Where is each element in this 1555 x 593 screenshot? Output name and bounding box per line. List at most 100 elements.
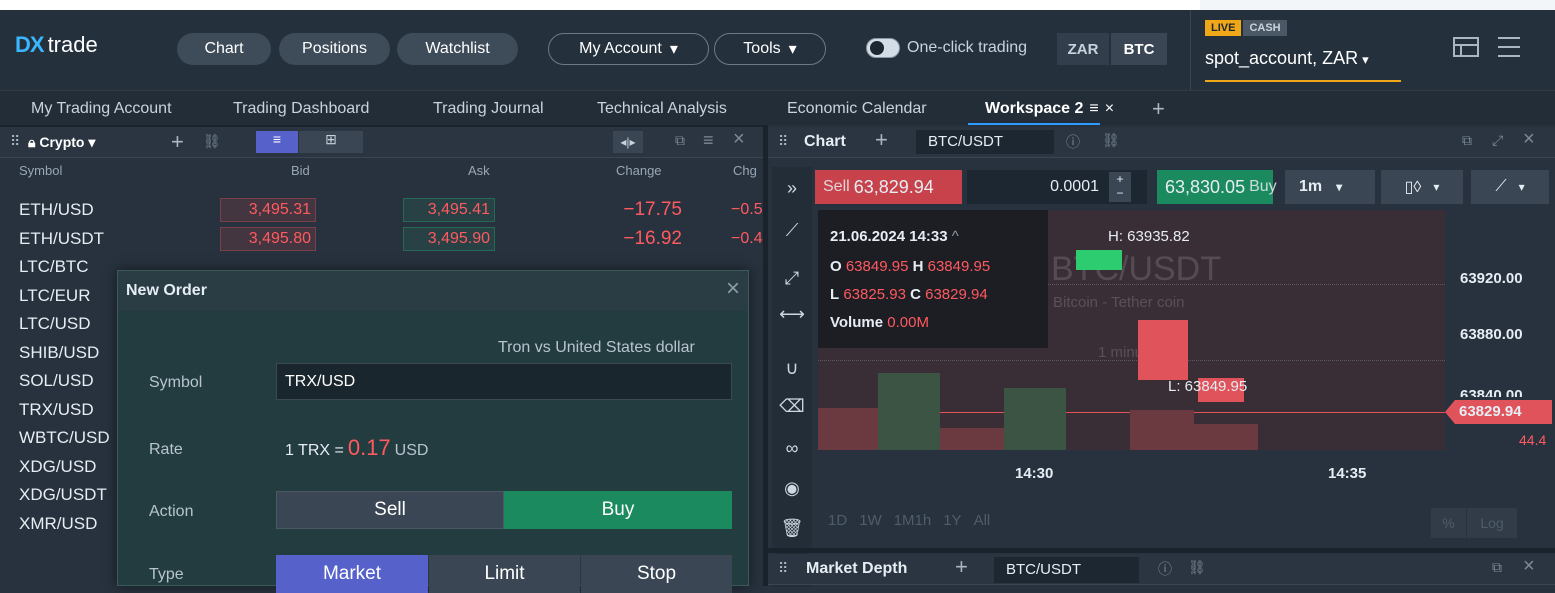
tab-technical-analysis[interactable]: Technical Analysis (597, 91, 727, 126)
type-stop-button[interactable]: Stop (581, 555, 732, 593)
symbol-input[interactable]: TRX/USD (276, 363, 732, 400)
popout-icon[interactable]: ⧉ (1462, 132, 1472, 149)
drag-handle-icon[interactable]: ⠿ (778, 133, 788, 150)
rate-value: 1 TRX = 0.17 USD (285, 435, 428, 461)
range-1h[interactable]: 1h (915, 512, 932, 529)
close-icon[interactable]: × (1523, 555, 1535, 578)
currency-btc-button[interactable]: BTC (1111, 33, 1167, 65)
list-icon[interactable]: ≡ (1089, 100, 1098, 118)
layout-icon[interactable] (1453, 37, 1479, 57)
link-icon[interactable]: ⛓ (1102, 132, 1120, 149)
sell-button[interactable]: Sell (276, 491, 504, 529)
type-market-button[interactable]: Market (276, 555, 428, 593)
trash-icon[interactable]: 🗑︎ (781, 517, 804, 539)
type-limit-button[interactable]: Limit (429, 555, 580, 593)
buy-button[interactable]: Buy (504, 491, 732, 529)
col-bid[interactable]: Bid (291, 163, 310, 178)
list-view-icon[interactable]: ≡ (256, 131, 298, 153)
range-1y[interactable]: 1Y (943, 512, 961, 529)
symbol-description: Tron vs United States dollar (498, 339, 695, 356)
range-all[interactable]: All (974, 512, 991, 529)
close-icon[interactable]: × (1105, 100, 1114, 118)
add-icon[interactable]: + (875, 127, 888, 153)
tools-dropdown[interactable]: Tools ▾ (714, 33, 826, 65)
logo-mark: DX (15, 32, 45, 57)
ohlc-close: 63829.94 (925, 286, 988, 303)
range-1d[interactable]: 1D (828, 512, 847, 529)
close-icon[interactable]: × (1523, 128, 1535, 151)
col-chg[interactable]: Chg (733, 163, 757, 178)
eye-icon[interactable]: ◉ (781, 477, 803, 499)
popout-icon[interactable]: ⧉ (1492, 559, 1502, 576)
ohlc-low: 63825.93 (843, 286, 906, 303)
row-symbol: LTC/BTC (19, 257, 89, 276)
columns-icon[interactable]: ◂|▸ (613, 131, 643, 153)
watchlist-selector[interactable]: 🔒︎ Crypto ▾ (28, 134, 95, 151)
drag-handle-icon[interactable]: ⠿ (10, 133, 20, 150)
expand-icon[interactable]: ⤢ (1492, 132, 1503, 149)
ray-tool-icon[interactable]: ⤢ (781, 267, 803, 289)
chevron-up-icon[interactable]: ^ (952, 228, 959, 245)
menu-icon[interactable] (1498, 37, 1520, 57)
info-icon[interactable]: ⓘ (1066, 132, 1080, 152)
tab-economic-calendar[interactable]: Economic Calendar (787, 91, 927, 126)
magnet-icon[interactable]: ∪ (781, 357, 803, 379)
link-icon[interactable]: ∞ (781, 437, 803, 459)
depth-symbol-input[interactable]: BTC/USDT (994, 557, 1139, 583)
grid-view-icon[interactable]: ⊞ (299, 131, 363, 153)
horizontal-line-icon[interactable]: ⟷ (779, 303, 805, 325)
one-click-toggle[interactable] (866, 38, 900, 58)
add-tab-icon[interactable]: + (1152, 91, 1165, 126)
row-bid: 3,495.80 (220, 226, 316, 251)
col-ask[interactable]: Ask (468, 163, 490, 178)
close-icon[interactable]: × (726, 275, 740, 303)
nav-watchlist-button[interactable]: Watchlist (397, 33, 518, 65)
row-symbol: LTC/USD (19, 314, 91, 333)
nav-positions-button[interactable]: Positions (279, 33, 390, 65)
quantity-stepper[interactable]: + − (1109, 172, 1131, 202)
logo[interactable]: DX trade (15, 32, 98, 58)
account-selector[interactable]: LIVE CASH spot_account, ZAR ▾ (1190, 10, 1430, 90)
row-symbol: XDG/USDT (19, 485, 107, 504)
chart-buy-button[interactable]: 63,830.05 Buy (1157, 170, 1277, 204)
chart-type-dropdown[interactable]: ▯◊ ▾ (1381, 170, 1463, 204)
col-change[interactable]: Change (616, 163, 662, 178)
add-icon[interactable]: + (955, 554, 968, 580)
tab-trading-dashboard[interactable]: Trading Dashboard (233, 91, 369, 126)
currency-zar-button[interactable]: ZAR (1057, 33, 1109, 65)
panel-splitter[interactable] (768, 548, 1555, 553)
table-row[interactable]: ETH/USD 3,495.31 3,495.41 −17.75 −0.5 (0, 197, 763, 223)
col-symbol[interactable]: Symbol (19, 163, 62, 178)
close-icon[interactable]: × (733, 128, 745, 151)
chart-symbol-input[interactable]: BTC/USDT (916, 130, 1054, 154)
log-scale-button[interactable]: Log (1467, 508, 1517, 538)
percent-scale-button[interactable]: % (1431, 508, 1466, 538)
info-icon[interactable]: ⓘ (1158, 559, 1172, 579)
menu-icon[interactable]: ≡ (703, 130, 714, 151)
nav-chart-button[interactable]: Chart (177, 33, 271, 65)
range-1w[interactable]: 1W (859, 512, 882, 529)
line-tool-icon[interactable]: ⟋ (781, 219, 803, 241)
ohlc-open: 63849.95 (845, 258, 909, 275)
tab-my-trading-account[interactable]: My Trading Account (31, 91, 172, 126)
tab-workspace-2[interactable]: Workspace 2 ≡ × (985, 91, 1114, 126)
drawing-dropdown[interactable]: ⟋ ▾ (1471, 170, 1549, 204)
eraser-icon[interactable]: ⌫ (779, 395, 804, 417)
candle (1076, 250, 1122, 270)
add-icon[interactable]: + (171, 129, 184, 155)
range-1m[interactable]: 1M (894, 512, 915, 529)
tab-trading-journal[interactable]: Trading Journal (433, 91, 544, 126)
link-icon[interactable]: ⛓ (1188, 559, 1206, 576)
link-icon[interactable]: ⛓ (203, 133, 221, 150)
interval-dropdown[interactable]: 1m ▾ (1285, 170, 1375, 204)
high-marker: H: 63935.82 (1108, 228, 1190, 245)
row-symbol: XMR/USD (19, 513, 98, 533)
table-row[interactable]: ETH/USDT 3,495.80 3,495.90 −16.92 −0.4 (0, 226, 763, 252)
drag-handle-icon[interactable]: ⠿ (778, 560, 788, 577)
row-symbol: ETH/USD (19, 200, 94, 219)
popout-icon[interactable]: ⧉ (675, 132, 685, 149)
expand-toolbar-icon[interactable]: » (781, 177, 803, 199)
my-account-dropdown[interactable]: My Account ▾ (548, 33, 709, 65)
row-symbol: WBTC/USD (19, 428, 110, 447)
chart-sell-button[interactable]: Sell 63,829.94 (815, 170, 962, 204)
